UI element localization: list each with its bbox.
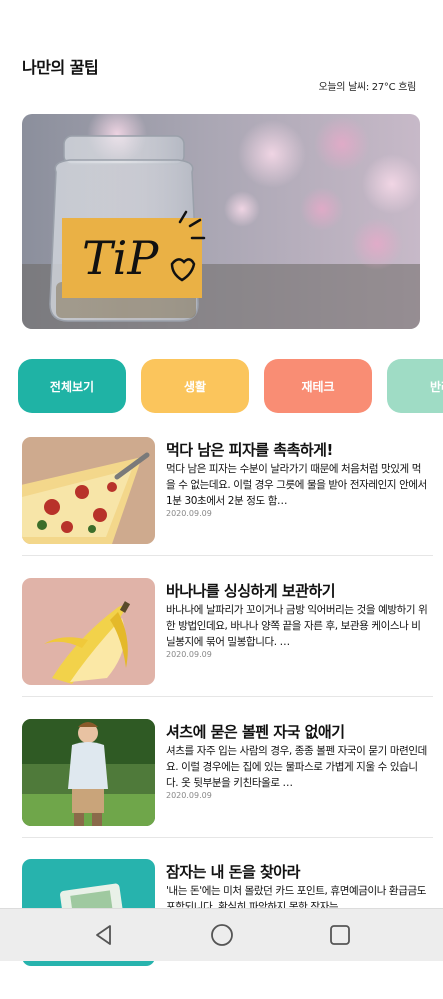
weather-status: 오늘의 날씨: 27°C 흐림 bbox=[318, 82, 416, 93]
category-chip-finance[interactable]: 재테크 bbox=[264, 359, 372, 413]
category-chip-pets[interactable]: 반려 bbox=[387, 359, 443, 413]
tip-date: 2020.09.09 bbox=[166, 791, 212, 800]
boy-shirt-thumbnail bbox=[22, 719, 155, 826]
tip-title: 셔츠에 묻은 볼펜 자국 없애기 bbox=[166, 723, 345, 741]
category-chip-label: 전체보기 bbox=[49, 379, 95, 394]
tip-list-item[interactable]: 셔츠에 묻은 볼펜 자국 없애기 셔츠를 자주 입는 사람의 경우, 종종 볼펜… bbox=[0, 719, 443, 859]
category-chip-label: 재테크 bbox=[301, 379, 335, 394]
category-chip-life[interactable]: 생활 bbox=[141, 359, 249, 413]
tip-description: 먹다 남은 피자는 수분이 날라가기 때문에 처음처럼 맛있게 먹을 수 없는데… bbox=[166, 463, 427, 507]
category-chip-label: 반려 bbox=[429, 379, 443, 394]
list-divider bbox=[22, 555, 433, 556]
tip-list-item[interactable]: 먹다 남은 피자를 촉촉하게! 먹다 남은 피자는 수분이 날라가기 때문에 처… bbox=[0, 437, 443, 577]
page-title: 나만의 꿀팁 bbox=[22, 58, 99, 77]
category-chip-label: 생활 bbox=[183, 379, 207, 394]
hero-banner[interactable]: TiP bbox=[22, 114, 420, 329]
pizza-thumbnail bbox=[22, 437, 155, 544]
list-divider bbox=[22, 696, 433, 697]
list-divider bbox=[22, 837, 433, 838]
tip-list-item[interactable]: 바나나를 싱싱하게 보관하기 바나나에 날파리가 꼬이거나 금방 익어버리는 것… bbox=[0, 578, 443, 718]
tip-date: 2020.09.09 bbox=[166, 509, 212, 518]
category-chip-all[interactable]: 전체보기 bbox=[18, 359, 126, 413]
home-icon[interactable] bbox=[210, 923, 234, 947]
tip-date: 2020.09.09 bbox=[166, 650, 212, 659]
hero-sign-text: TiP bbox=[82, 231, 159, 285]
tip-description: 바나나에 날파리가 꼬이거나 금방 익어버리는 것을 예방하기 위한 방법인데요… bbox=[166, 604, 428, 648]
category-chips: 전체보기 생활 재테크 반려 bbox=[18, 359, 443, 413]
tip-title: 먹다 남은 피자를 촉촉하게! bbox=[166, 441, 333, 459]
system-navigation-bar bbox=[0, 908, 443, 961]
tip-title: 잠자는 내 돈을 찾아라 bbox=[166, 863, 300, 881]
banana-thumbnail bbox=[22, 578, 155, 685]
tip-description: 셔츠를 자주 입는 사람의 경우, 종종 볼펜 자국이 묻기 마련인데요. 이럴… bbox=[166, 745, 427, 789]
recent-apps-icon[interactable] bbox=[328, 923, 352, 947]
tip-title: 바나나를 싱싱하게 보관하기 bbox=[166, 582, 336, 600]
back-icon[interactable] bbox=[92, 923, 116, 947]
hero-tip-jar-image: TiP bbox=[22, 114, 420, 329]
